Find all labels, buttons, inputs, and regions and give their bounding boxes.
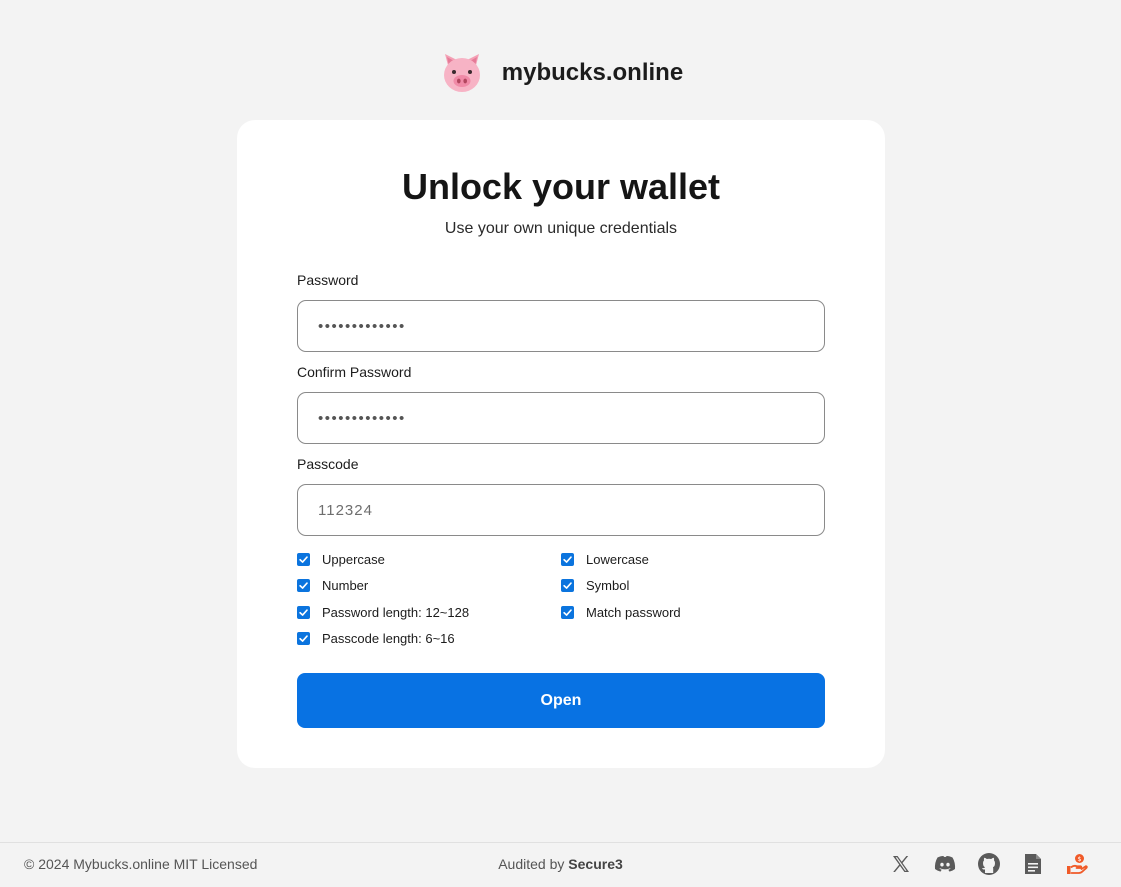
check-label: Password length: 12~128 [322,604,470,620]
password-label: Password [297,272,359,288]
passcode-field-wrapper [297,484,825,536]
check-label: Uppercase [322,551,385,567]
password-field-wrapper [297,300,825,352]
page-subtitle: Use your own unique credentials [444,220,678,237]
page-title: Unlock your wallet [401,166,721,207]
check-match-password[interactable]: Match password [561,603,825,621]
check-number[interactable]: Number [297,577,561,595]
checkbox-checked-icon[interactable] [561,552,574,566]
check-label: Match password [586,604,681,620]
confirm-password-field-wrapper [297,392,825,444]
check-uppercase[interactable]: Uppercase [297,550,561,568]
check-passcode-length[interactable]: Passcode length: 6~16 [297,630,561,648]
confirm-password-label: Confirm Password [297,364,412,380]
check-password-length[interactable]: Password length: 12~128 [297,603,561,621]
passcode-label: Passcode [297,456,359,472]
brand-header: mybucks.online [0,48,1121,96]
audited-by-label: Audited by [498,856,565,872]
password-input[interactable] [298,301,798,351]
x-icon[interactable] [889,852,913,876]
checkbox-checked-icon[interactable] [297,632,310,645]
unlock-card: Unlock your wallet Use your own unique c… [237,120,885,768]
svg-text:$: $ [1077,855,1081,863]
checkbox-checked-icon[interactable] [561,605,574,619]
check-label: Number [322,578,369,593]
check-label: Lowercase [586,551,649,567]
pig-face-icon [438,48,486,96]
checkbox-checked-icon[interactable] [297,552,310,566]
check-label: Passcode length: 6~16 [322,631,455,646]
passcode-input[interactable] [298,485,798,535]
social-links: $ [889,852,1089,876]
check-label: Symbol [586,578,630,593]
checkbox-checked-icon[interactable] [561,579,574,592]
document-icon[interactable] [1021,852,1045,876]
auditor-link[interactable]: Secure3 [568,856,622,872]
check-symbol[interactable]: Symbol [561,577,825,595]
footer: © 2024 Mybucks.online MIT Licensed Audit… [0,842,1121,887]
brand-name: mybucks.online [501,59,684,86]
copyright-text: © 2024 Mybucks.online MIT Licensed [24,856,258,872]
discord-icon[interactable] [933,852,957,876]
validation-checklist: Uppercase Lowercase Number Symbol Passwo… [297,550,825,648]
checkbox-checked-icon[interactable] [297,605,310,619]
checkbox-checked-icon[interactable] [297,579,310,592]
open-button[interactable]: Open [297,673,825,728]
confirm-password-input[interactable] [298,393,798,443]
github-icon[interactable] [977,852,1001,876]
donate-icon[interactable]: $ [1065,852,1089,876]
check-lowercase[interactable]: Lowercase [561,550,825,568]
